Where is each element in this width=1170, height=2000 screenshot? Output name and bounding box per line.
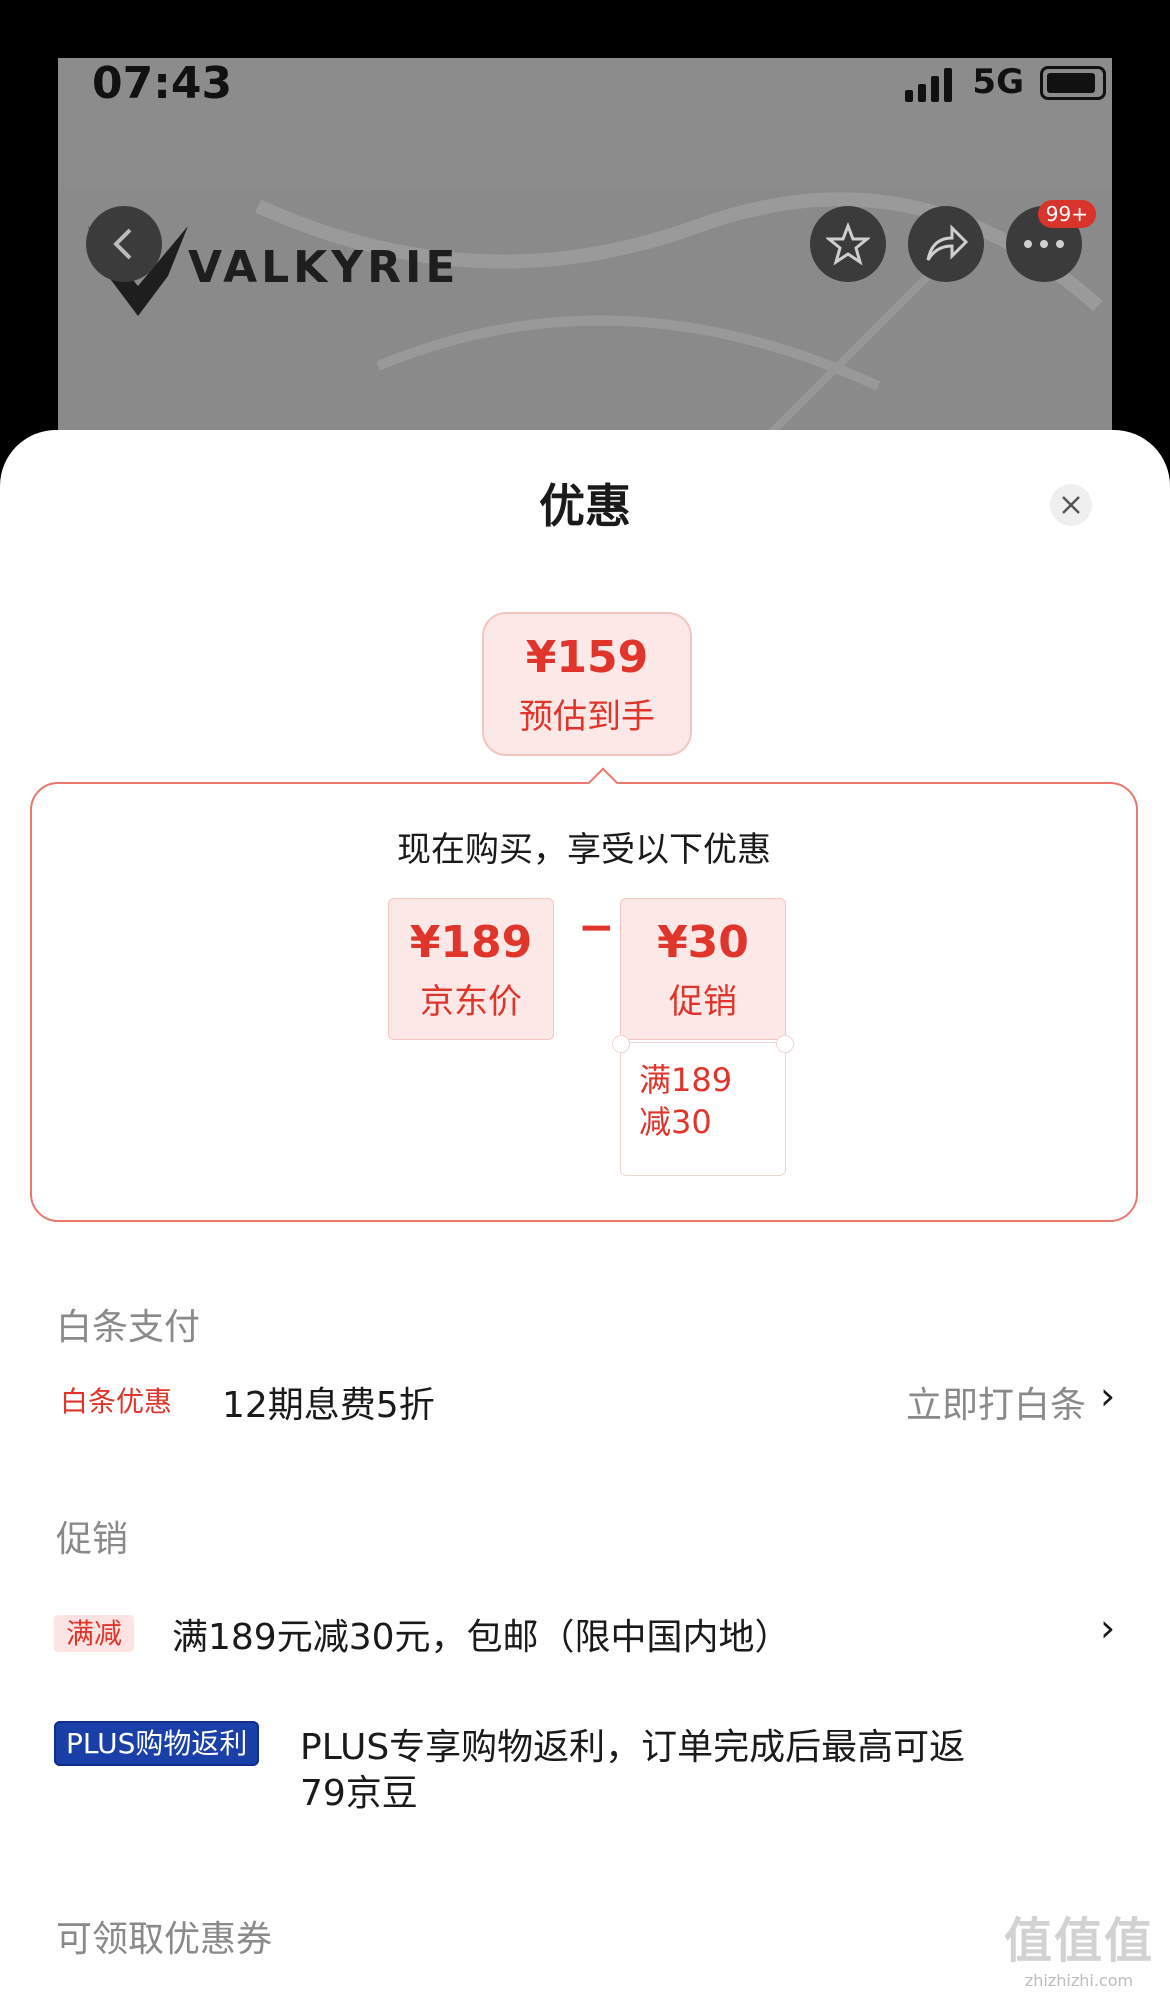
baitiao-section-title: 白条支付 [56, 1307, 201, 1348]
ticket-cut-left [612, 1035, 630, 1053]
price-breakdown: 现在购买，享受以下优惠 ¥189 京东价 − ¥30 促销 满189 减30 [30, 767, 1138, 1222]
promo-label: 促销 [669, 982, 737, 1022]
star-icon [826, 222, 870, 266]
plus-rebate-text-line1: PLUS专享购物返利，订单完成后最高可返 [300, 1727, 966, 1768]
full-reduction-text: 满189元减30元，包邮（限中国内地） [172, 1617, 791, 1658]
status-time: 07:43 [92, 58, 233, 109]
promo-row-full-reduction[interactable]: 满减 [54, 1612, 135, 1652]
chevron-left-icon [113, 228, 132, 260]
baitiao-tag: 白条优惠 [60, 1385, 173, 1418]
discount-sheet: 优惠 ¥159 预估到手 现在购买，享受以下优惠 ¥189 京东价 − ¥30 … [0, 430, 1170, 2000]
promo-condition-card: 满189 减30 [612, 1035, 794, 1176]
promo-value: ¥30 [657, 917, 749, 968]
plus-rebate-tag: PLUS购物返利 [54, 1721, 260, 1766]
jd-price-card: ¥189 京东价 [388, 898, 554, 1040]
estimated-price-box: ¥159 预估到手 [482, 612, 692, 756]
share-icon [926, 224, 968, 261]
background-page: 07:43 5G VALKYRIE 99+ [58, 58, 1112, 458]
full-reduction-chevron-icon[interactable]: › [1100, 1606, 1115, 1650]
ticket-cut-right [776, 1035, 794, 1053]
close-button[interactable] [1050, 484, 1092, 526]
battery-icon [1040, 66, 1106, 100]
jd-price-label: 京东价 [420, 982, 522, 1022]
status-bar: 07:43 5G [58, 58, 1112, 128]
baitiao-chevron-icon[interactable]: › [1100, 1374, 1115, 1418]
network-label: 5G [972, 62, 1024, 102]
plus-rebate-row: PLUS购物返利 [54, 1721, 260, 1766]
estimated-price: ¥159 [525, 632, 649, 683]
favorite-button[interactable] [810, 206, 886, 282]
share-button[interactable] [908, 206, 984, 282]
more-icon [1024, 240, 1064, 248]
watermark: 值值值 zhizhizhi.com [1004, 1901, 1154, 1990]
jd-price-value: ¥189 [409, 917, 533, 968]
promo-condition-line1: 满189 [639, 1061, 733, 1099]
baitiao-text: 12期息费5折 [222, 1385, 435, 1426]
coupons-section-title: 可领取优惠券 [56, 1919, 273, 1960]
sheet-title: 优惠 [539, 479, 631, 533]
watermark-logo: 值值值 [1003, 1913, 1154, 1969]
close-icon [1062, 496, 1080, 514]
full-reduction-tag: 满减 [54, 1615, 135, 1652]
brand-name: VALKYRIE [188, 242, 460, 293]
promo-card: ¥30 促销 [620, 898, 786, 1040]
plus-rebate-text-line2: 79京豆 [300, 1773, 418, 1814]
signal-icon [905, 68, 952, 102]
estimated-label: 预估到手 [519, 697, 655, 737]
baitiao-action-link[interactable]: 立即打白条 [906, 1376, 1086, 1428]
back-button[interactable] [86, 206, 162, 282]
promo-condition-line2: 减30 [639, 1103, 712, 1141]
minus-operator: − [578, 902, 615, 953]
breakdown-notch [587, 767, 619, 799]
more-button[interactable]: 99+ [1006, 200, 1096, 282]
notification-badge: 99+ [1037, 200, 1096, 228]
promotion-section-title: 促销 [56, 1519, 129, 1560]
watermark-url: zhizhizhi.com [1024, 1971, 1134, 1990]
breakdown-title: 现在购买，享受以下优惠 [397, 830, 771, 870]
